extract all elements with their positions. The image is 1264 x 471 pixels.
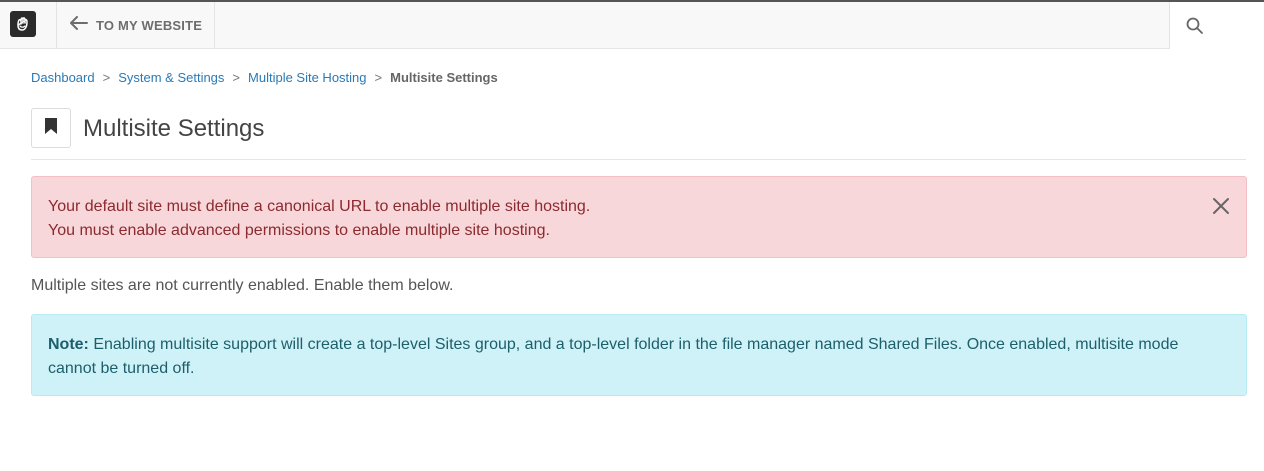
breadcrumb-dashboard[interactable]: Dashboard	[31, 70, 95, 85]
page-title: Multisite Settings	[83, 115, 265, 142]
breadcrumb-separator: >	[102, 70, 111, 85]
breadcrumb-system-settings[interactable]: System & Settings	[118, 70, 224, 85]
info-note: Note: Enabling multisite support will cr…	[31, 314, 1247, 396]
back-link-label: TO MY WEBSITE	[96, 18, 203, 33]
breadcrumb-separator: >	[232, 70, 241, 85]
breadcrumb-multiple-site-hosting[interactable]: Multiple Site Hosting	[248, 70, 367, 85]
breadcrumb: Dashboard > System & Settings > Multiple…	[31, 70, 498, 85]
search-area	[1169, 2, 1264, 49]
top-toolbar: TO MY WEBSITE	[0, 0, 1264, 49]
arrow-left-icon	[70, 16, 88, 35]
breadcrumb-current: Multisite Settings	[390, 70, 498, 85]
breadcrumb-separator: >	[374, 70, 383, 85]
note-text: Enabling multisite support will create a…	[48, 336, 1179, 377]
error-message: Your default site must define a canonica…	[48, 198, 591, 215]
bookmark-icon	[44, 117, 58, 140]
multisite-status-text: Multiple sites are not currently enabled…	[31, 277, 454, 294]
close-icon[interactable]	[1211, 196, 1231, 216]
error-message: You must enable advanced permissions to …	[48, 222, 550, 239]
error-alert: Your default site must define a canonica…	[31, 176, 1247, 258]
concrete-logo-icon[interactable]	[10, 11, 36, 37]
search-icon[interactable]	[1186, 17, 1204, 40]
page-header: Multisite Settings	[31, 108, 1246, 160]
note-label: Note:	[48, 336, 89, 353]
back-to-website-link[interactable]: TO MY WEBSITE	[56, 2, 215, 49]
bookmark-button[interactable]	[31, 108, 71, 148]
